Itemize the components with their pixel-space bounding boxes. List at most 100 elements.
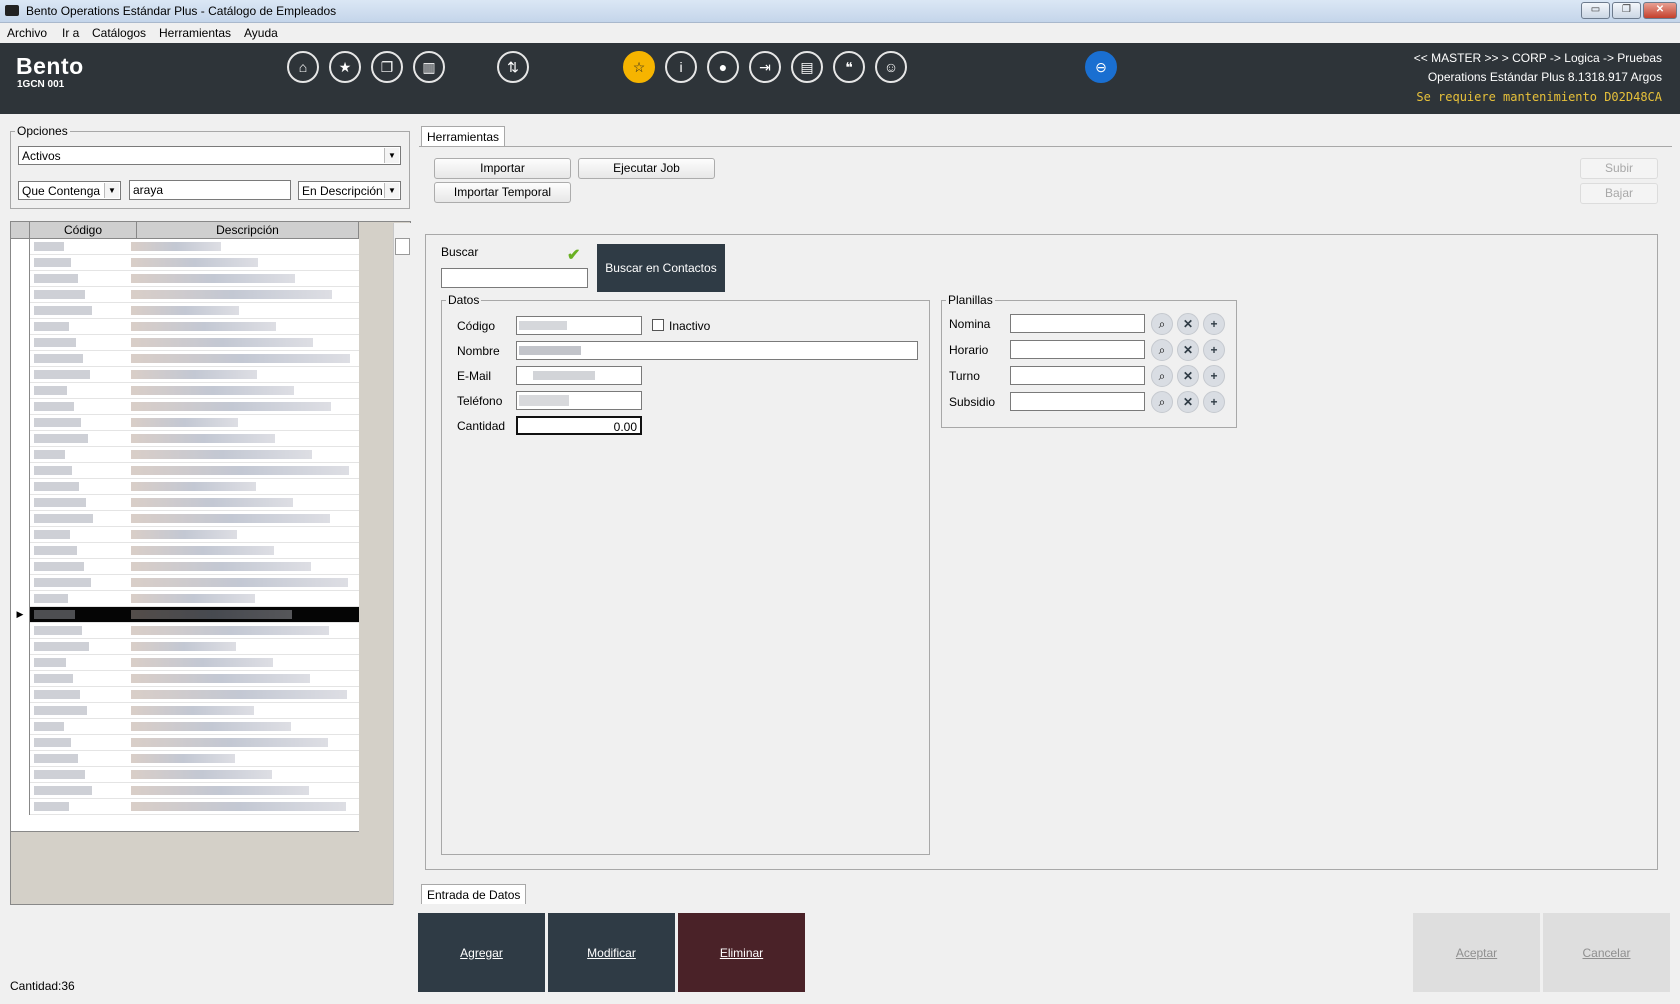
table-row[interactable]	[11, 415, 359, 431]
table-row[interactable]	[11, 287, 359, 303]
row-header[interactable]	[11, 799, 30, 815]
bajar-button[interactable]: Bajar	[1580, 183, 1658, 204]
scrollbar-thumb[interactable]	[395, 238, 410, 255]
table-row[interactable]	[11, 671, 359, 687]
table-row[interactable]	[11, 511, 359, 527]
table-row[interactable]	[11, 655, 359, 671]
subsidio-field[interactable]	[1010, 392, 1145, 411]
table-row[interactable]	[11, 271, 359, 287]
table-row[interactable]	[11, 239, 359, 255]
table-row[interactable]	[11, 623, 359, 639]
book-icon[interactable]: ▥	[413, 51, 445, 83]
table-row[interactable]	[11, 527, 359, 543]
cantidad-field[interactable]: 0.00	[516, 416, 642, 435]
table-row[interactable]	[11, 431, 359, 447]
nombre-field[interactable]	[516, 341, 918, 360]
table-row[interactable]	[11, 367, 359, 383]
tab-herramientas[interactable]: Herramientas	[421, 126, 506, 146]
row-header[interactable]	[11, 591, 30, 607]
login-icon[interactable]: ⇥	[749, 51, 781, 83]
row-header[interactable]	[11, 575, 30, 591]
table-row[interactable]	[11, 767, 359, 783]
tab-entrada-de-datos[interactable]: Entrada de Datos	[421, 884, 527, 904]
importar-button[interactable]: Importar	[434, 158, 571, 179]
table-row[interactable]	[11, 703, 359, 719]
telefono-field[interactable]	[516, 391, 642, 410]
add-icon[interactable]: +	[1203, 313, 1225, 335]
employees-grid[interactable]: Código Descripción ▶	[10, 221, 411, 905]
search-icon[interactable]: ⌕	[1151, 391, 1173, 413]
table-row[interactable]	[11, 639, 359, 655]
row-header[interactable]	[11, 751, 30, 767]
menu-archivo[interactable]: Archivo	[7, 26, 47, 40]
add-icon[interactable]: +	[1203, 391, 1225, 413]
table-row[interactable]	[11, 447, 359, 463]
close-button[interactable]: ✕	[1643, 2, 1677, 19]
table-row[interactable]	[11, 783, 359, 799]
row-header[interactable]	[11, 767, 30, 783]
grid-scrollbar[interactable]	[393, 223, 411, 905]
ejecutar-job-button[interactable]: Ejecutar Job	[578, 158, 715, 179]
restore-button[interactable]: ❐	[1612, 2, 1641, 19]
table-row[interactable]	[11, 687, 359, 703]
chevron-down-icon[interactable]: ▼	[384, 148, 399, 163]
home-icon[interactable]: ⌂	[287, 51, 319, 83]
row-header[interactable]	[11, 239, 30, 255]
column-header-descripcion[interactable]: Descripción	[137, 222, 359, 239]
row-header[interactable]	[11, 623, 30, 639]
row-header[interactable]	[11, 447, 30, 463]
table-row[interactable]	[11, 543, 359, 559]
table-row[interactable]	[11, 559, 359, 575]
row-header[interactable]	[11, 463, 30, 479]
table-row[interactable]	[11, 751, 359, 767]
turno-field[interactable]	[1010, 366, 1145, 385]
quote-icon[interactable]: ❝	[833, 51, 865, 83]
table-row[interactable]	[11, 319, 359, 335]
row-header[interactable]	[11, 479, 30, 495]
menu-catalogos[interactable]: Catálogos	[92, 26, 146, 40]
menu-ir-a[interactable]: Ir a	[62, 26, 79, 40]
row-header[interactable]	[11, 399, 30, 415]
menu-ayuda[interactable]: Ayuda	[244, 26, 278, 40]
row-header[interactable]	[11, 287, 30, 303]
agregar-button[interactable]: Agregar	[418, 913, 545, 992]
cancelar-button[interactable]: Cancelar	[1543, 913, 1670, 992]
clear-icon[interactable]: ✕	[1177, 391, 1199, 413]
bulb-icon[interactable]: ●	[707, 51, 739, 83]
copy-icon[interactable]: ❐	[371, 51, 403, 83]
row-header[interactable]	[11, 335, 30, 351]
horario-field[interactable]	[1010, 340, 1145, 359]
search-icon[interactable]: ⌕	[1151, 313, 1173, 335]
inactivo-checkbox[interactable]	[652, 319, 664, 331]
row-header[interactable]	[11, 559, 30, 575]
filter-field-select[interactable]: En Descripción ▼	[298, 181, 401, 200]
table-row-selected[interactable]: ▶	[11, 607, 359, 623]
row-header[interactable]	[11, 255, 30, 271]
chevron-down-icon[interactable]: ▼	[384, 183, 399, 198]
nomina-field[interactable]	[1010, 314, 1145, 333]
row-header[interactable]	[11, 415, 30, 431]
row-header[interactable]	[11, 271, 30, 287]
info-icon[interactable]: i	[665, 51, 697, 83]
clear-icon[interactable]: ✕	[1177, 313, 1199, 335]
table-row[interactable]	[11, 351, 359, 367]
table-row[interactable]	[11, 719, 359, 735]
filter-text-input[interactable]: araya	[129, 180, 291, 200]
row-header[interactable]	[11, 783, 30, 799]
row-header[interactable]	[11, 639, 30, 655]
row-header[interactable]	[11, 687, 30, 703]
table-row[interactable]	[11, 591, 359, 607]
award-icon[interactable]: ☆	[623, 51, 655, 83]
row-header[interactable]	[11, 511, 30, 527]
add-icon[interactable]: +	[1203, 339, 1225, 361]
search-icon[interactable]: ⌕	[1151, 339, 1173, 361]
table-row[interactable]	[11, 383, 359, 399]
row-header[interactable]	[11, 319, 30, 335]
clear-icon[interactable]: ✕	[1177, 339, 1199, 361]
column-header-codigo[interactable]: Código	[30, 222, 137, 239]
modificar-button[interactable]: Modificar	[548, 913, 675, 992]
table-row[interactable]	[11, 303, 359, 319]
row-header[interactable]	[11, 351, 30, 367]
table-row[interactable]	[11, 463, 359, 479]
chevron-down-icon[interactable]: ▼	[104, 183, 119, 198]
